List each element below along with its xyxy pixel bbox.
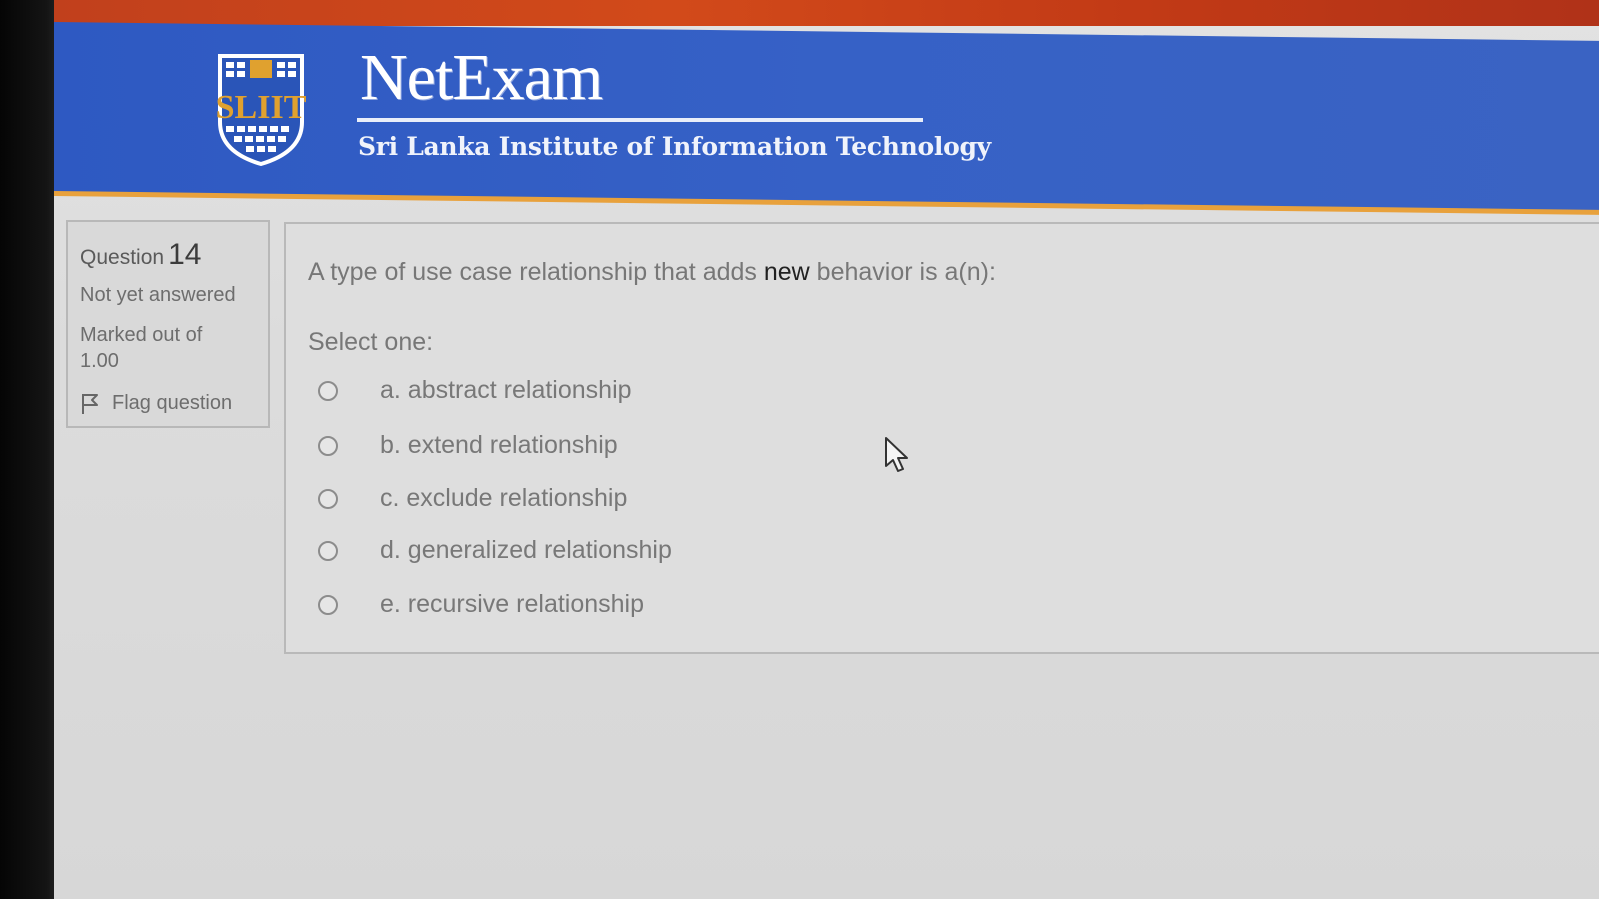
- brand-title: NetExam: [360, 41, 603, 114]
- radio-button[interactable]: [318, 380, 338, 401]
- question-label: Question 14: [80, 238, 201, 272]
- flag-question-label: Flag question: [112, 392, 233, 414]
- browser-viewport: SLIIT NetExam Sri Lanka Institute of Inf…: [54, 0, 1599, 899]
- sliit-logo: SLIIT: [216, 54, 306, 166]
- monitor-bezel: [0, 0, 58, 899]
- marked-out-of-label: Marked out of: [80, 324, 203, 346]
- answer-option-b[interactable]: b. extend relationship: [318, 431, 618, 460]
- answer-option-label: e. recursive relationship: [380, 590, 645, 618]
- select-one-prompt: Select one:: [308, 328, 434, 356]
- answer-option-a[interactable]: a. abstract relationship: [318, 376, 632, 405]
- radio-button[interactable]: [318, 435, 338, 456]
- radio-button[interactable]: [318, 540, 338, 561]
- answer-option-label: b. extend relationship: [380, 431, 618, 459]
- answer-option-label: d. generalized relationship: [380, 536, 672, 564]
- mouse-cursor-icon: [885, 437, 908, 472]
- question-content: A type of use case relationship that add…: [284, 222, 1599, 654]
- answer-option-label: c. exclude relationship: [380, 484, 628, 512]
- radio-button[interactable]: [318, 488, 338, 509]
- flag-question-link[interactable]: Flag question: [80, 392, 232, 415]
- brand-subtitle: Sri Lanka Institute of Information Techn…: [358, 132, 991, 161]
- logo-text: SLIIT: [216, 89, 306, 126]
- question-number: 14: [168, 238, 202, 271]
- question-info-panel: Question 14 Not yet answered Marked out o…: [66, 220, 270, 428]
- marked-out-of-value: 1.00: [80, 350, 119, 372]
- question-text-emphasis: new: [763, 258, 810, 286]
- question-state: Not yet answered: [80, 284, 236, 306]
- question-text: A type of use case relationship that add…: [308, 258, 996, 287]
- answer-option-c[interactable]: c. exclude relationship: [318, 484, 627, 513]
- question-text-part: A type of use case relationship that add…: [308, 258, 764, 286]
- answer-option-e[interactable]: e. recursive relationship: [318, 590, 644, 619]
- top-color-strip: [54, 0, 1599, 26]
- answer-option-d[interactable]: d. generalized relationship: [318, 536, 672, 565]
- radio-button[interactable]: [318, 594, 338, 615]
- brand-underline: [357, 118, 923, 122]
- question-label-text: Question: [80, 246, 165, 269]
- question-text-part: behavior is a(n):: [809, 258, 996, 286]
- answer-option-label: a. abstract relationship: [380, 376, 632, 404]
- flag-icon: [82, 393, 98, 414]
